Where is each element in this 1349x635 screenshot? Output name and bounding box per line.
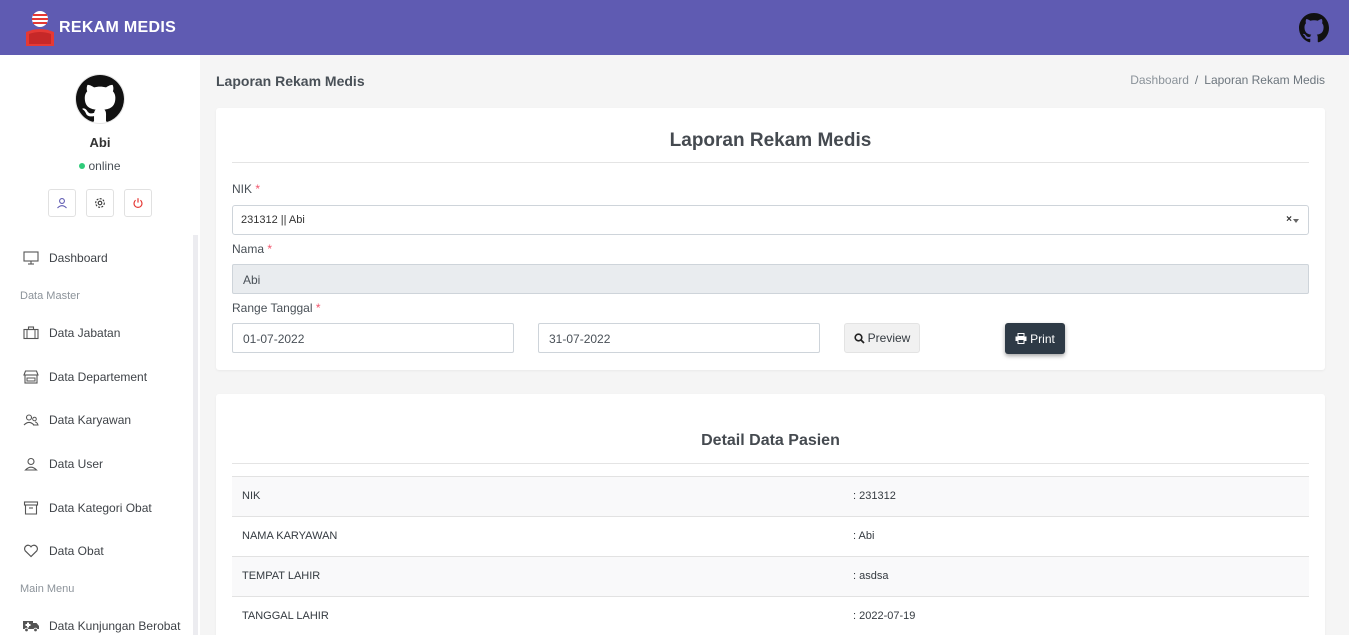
report-form-card: Laporan Rekam Medis NIK * 231312 || Abi … — [216, 108, 1325, 370]
breadcrumb-current: Laporan Rekam Medis — [1204, 73, 1325, 87]
logout-button[interactable] — [124, 189, 152, 217]
chevron-down-icon[interactable] — [1293, 219, 1299, 223]
sidebar-scrollbar[interactable] — [193, 235, 198, 635]
archive-icon — [22, 499, 40, 517]
profile-name: Abi — [89, 135, 111, 150]
row-key: TANGGAL LAHIR — [242, 610, 329, 622]
sidebar-item-label: Data Jabatan — [49, 326, 121, 340]
sidebar-item-label: Data Departement — [49, 370, 148, 384]
date-from-value: 01-07-2022 — [243, 332, 305, 346]
heart-icon — [22, 542, 40, 560]
sidebar-item-label: Data User — [49, 457, 104, 471]
search-icon — [854, 332, 865, 344]
sidebar-item-jabatan[interactable]: Data Jabatan — [0, 319, 190, 347]
row-key: NIK — [242, 490, 261, 502]
sidebar-item-kategori-obat[interactable]: Data Kategori Obat — [0, 494, 190, 522]
breadcrumb: Dashboard / Laporan Rekam Medis — [1130, 73, 1325, 87]
sidebar-item-dashboard[interactable]: Dashboard — [0, 244, 190, 272]
avatar[interactable] — [75, 74, 125, 124]
status-text: online — [88, 159, 121, 173]
printer-icon — [1015, 333, 1027, 344]
monitor-icon — [22, 249, 40, 267]
divider — [232, 162, 1309, 163]
brand[interactable]: REKAM MEDIS — [24, 10, 176, 46]
print-button[interactable]: Print — [1005, 323, 1065, 354]
sidebar-item-label: Data Kategori Obat — [49, 501, 152, 515]
sidebar-item-label: Data Karyawan — [49, 413, 132, 427]
date-from-input[interactable]: 01-07-2022 — [232, 323, 514, 353]
sidebar-item-obat[interactable]: Data Obat — [0, 537, 190, 565]
table-row: TEMPAT LAHIR : asdsa — [232, 556, 1309, 596]
github-icon[interactable] — [1299, 13, 1329, 43]
top-navbar: REKAM MEDIS — [0, 0, 1349, 55]
briefcase-icon — [22, 324, 40, 342]
row-value: : Abi — [853, 530, 875, 542]
nik-select-value: 231312 || Abi — [241, 214, 305, 226]
table-row: NIK : 231312 — [232, 476, 1309, 516]
nik-label: NIK * — [232, 182, 261, 196]
sidebar-item-departement[interactable]: Data Departement — [0, 363, 190, 391]
sidebar-section-title: Data Master — [20, 290, 80, 302]
table-row: NAMA KARYAWAN : Abi — [232, 516, 1309, 556]
profile-button[interactable] — [48, 189, 76, 217]
sidebar-item-label: Data Obat — [49, 544, 104, 558]
sidebar-item-user[interactable]: Data User — [0, 450, 190, 478]
nik-select[interactable]: 231312 || Abi × — [232, 205, 1309, 235]
gear-icon — [95, 198, 105, 208]
divider — [232, 463, 1309, 464]
form-title: Laporan Rekam Medis — [669, 130, 872, 151]
preview-button-label: Preview — [867, 331, 911, 345]
table-row: TANGGAL LAHIR : 2022-07-19 — [232, 596, 1309, 635]
sidebar-item-label: Data Kunjungan Berobat — [49, 619, 181, 633]
online-dot-icon — [79, 163, 86, 169]
breadcrumb-home-link[interactable]: Dashboard — [1130, 73, 1189, 87]
store-icon — [22, 368, 40, 386]
sidebar-item-label: Dashboard — [49, 251, 108, 265]
settings-button[interactable] — [86, 189, 114, 217]
detail-title: Detail Data Pasien — [701, 432, 840, 449]
sidebar-section-title: Main Menu — [20, 583, 75, 595]
users-icon — [22, 411, 40, 429]
sidebar: Abi online Dashboard Data Master Data Ja… — [0, 55, 200, 635]
date-to-input[interactable]: 31-07-2022 — [538, 323, 820, 353]
nama-field[interactable]: Abi — [232, 264, 1309, 294]
user-icon — [57, 198, 67, 209]
row-value: : asdsa — [853, 570, 889, 582]
sidebar-item-karyawan[interactable]: Data Karyawan — [0, 406, 190, 434]
preview-button[interactable]: Preview — [844, 323, 920, 353]
print-button-label: Print — [1030, 331, 1055, 346]
nama-field-value: Abi — [243, 273, 261, 287]
sidebar-item-kunjungan[interactable]: Data Kunjungan Berobat — [0, 612, 190, 635]
status-badge: online — [0, 159, 200, 173]
range-tanggal-label: Range Tanggal * — [232, 301, 321, 315]
clear-icon[interactable]: × — [1286, 214, 1292, 225]
ambulance-icon — [22, 617, 40, 635]
page-title: Laporan Rekam Medis — [216, 73, 365, 89]
patient-detail-card: Detail Data Pasien NIK : 231312 NAMA KAR… — [216, 394, 1325, 635]
date-to-value: 31-07-2022 — [549, 332, 611, 346]
row-key: TEMPAT LAHIR — [242, 570, 321, 582]
power-icon — [133, 198, 143, 208]
logo-icon — [24, 10, 56, 46]
breadcrumb-separator: / — [1194, 73, 1199, 87]
row-value: : 231312 — [853, 490, 896, 502]
nama-label: Nama * — [232, 242, 273, 256]
user-icon — [22, 455, 40, 473]
row-value: : 2022-07-19 — [853, 610, 916, 622]
brand-title: REKAM MEDIS — [59, 19, 177, 36]
row-key: NAMA KARYAWAN — [242, 530, 338, 542]
